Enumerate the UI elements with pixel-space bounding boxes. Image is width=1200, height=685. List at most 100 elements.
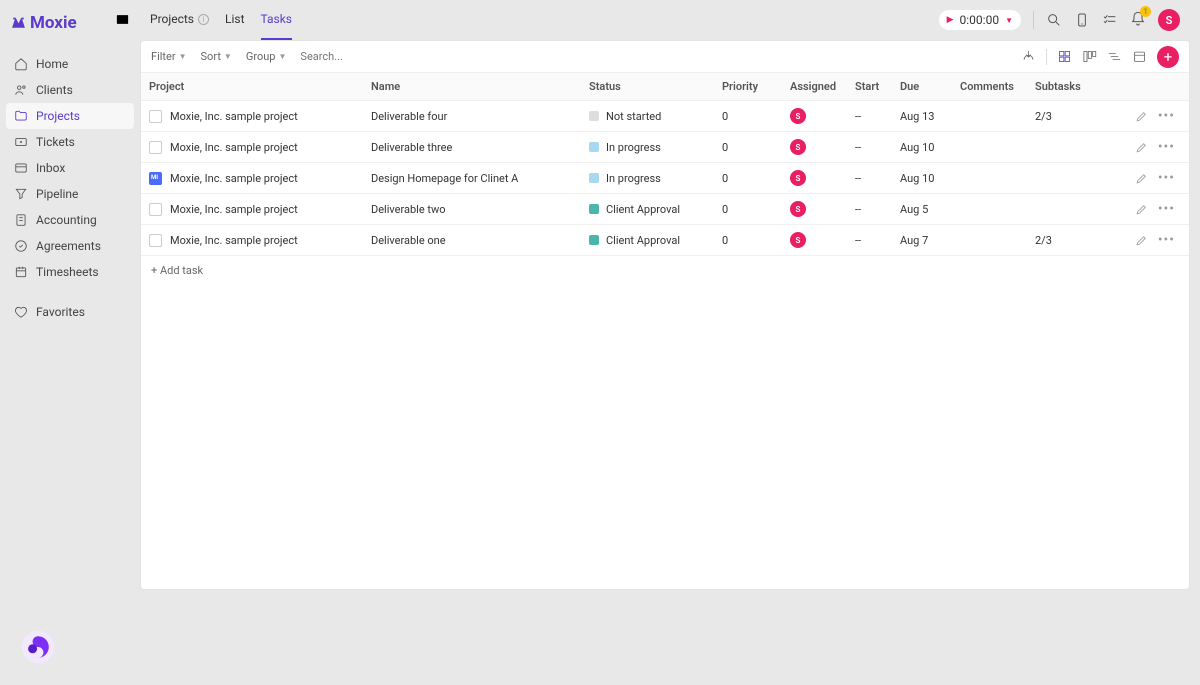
row-project: Moxie, Inc. sample project: [170, 172, 298, 185]
edit-icon[interactable]: [1135, 110, 1148, 123]
row-name: Design Homepage for Clinet A: [363, 172, 581, 185]
search-icon[interactable]: [1046, 12, 1062, 28]
group-button[interactable]: Group▼: [246, 50, 287, 63]
mobile-icon[interactable]: [1074, 12, 1090, 28]
col-name[interactable]: Name: [363, 80, 581, 93]
sidebar-item-clients[interactable]: Clients: [6, 77, 134, 103]
row-checkbox[interactable]: [149, 141, 162, 154]
row-status: Client Approval: [606, 203, 680, 216]
assignee-avatar[interactable]: S: [790, 139, 806, 155]
assignee-avatar[interactable]: S: [790, 201, 806, 217]
row-priority: 0: [714, 234, 782, 247]
more-icon[interactable]: •••: [1158, 140, 1175, 154]
sidebar-collapse-icon[interactable]: [115, 12, 130, 27]
row-status: In progress: [606, 141, 661, 154]
notifications-button[interactable]: 1: [1130, 11, 1146, 30]
tab-tasks[interactable]: Tasks: [261, 0, 293, 40]
row-checkbox[interactable]: [149, 203, 162, 216]
table-row[interactable]: Moxie, Inc. sample projectDeliverable on…: [141, 225, 1189, 256]
col-due[interactable]: Due: [892, 80, 952, 93]
row-status: Client Approval: [606, 234, 680, 247]
row-project: Moxie, Inc. sample project: [170, 203, 298, 216]
status-dot: [589, 111, 599, 121]
status-dot: [589, 142, 599, 152]
assignee-avatar[interactable]: S: [790, 108, 806, 124]
row-checkbox[interactable]: [149, 172, 162, 185]
row-checkbox[interactable]: [149, 110, 162, 123]
more-icon[interactable]: •••: [1158, 109, 1175, 123]
sidebar-item-accounting[interactable]: Accounting: [6, 207, 134, 233]
row-start: --: [847, 203, 892, 216]
sidebar-item-tickets[interactable]: Tickets: [6, 129, 134, 155]
top-actions: ▶0:00:00▼ 1 S: [939, 9, 1180, 31]
col-subtasks[interactable]: Subtasks: [1027, 80, 1095, 93]
col-comments[interactable]: Comments: [952, 80, 1027, 93]
tab-list[interactable]: List: [225, 0, 245, 40]
floating-logo[interactable]: [20, 629, 56, 665]
col-status[interactable]: Status: [581, 80, 714, 93]
edit-icon[interactable]: [1135, 141, 1148, 154]
sidebar-item-favorites[interactable]: Favorites: [6, 299, 134, 325]
more-icon[interactable]: •••: [1158, 171, 1175, 185]
search-input[interactable]: [300, 50, 400, 63]
table-row[interactable]: Moxie, Inc. sample project Deliverable th…: [141, 132, 1189, 163]
row-project: Moxie, Inc. sample project: [170, 110, 298, 123]
row-checkbox[interactable]: [149, 234, 162, 247]
edit-icon[interactable]: [1135, 203, 1148, 216]
sidebar-item-pipeline[interactable]: Pipeline: [6, 181, 134, 207]
row-priority: 0: [714, 172, 782, 185]
add-button[interactable]: +: [1157, 46, 1179, 68]
table-body: Moxie, Inc. sample projectDeliverable fo…: [141, 101, 1189, 256]
sidebar-item-projects[interactable]: Projects: [6, 103, 134, 129]
chevron-down-icon: ▼: [1005, 16, 1013, 25]
board-view-icon[interactable]: [1082, 49, 1097, 64]
row-start: --: [847, 234, 892, 247]
sidebar-item-agreements[interactable]: Agreements: [6, 233, 134, 259]
grid-view-icon[interactable]: [1057, 49, 1072, 64]
sidebar-item-inbox[interactable]: Inbox: [6, 155, 134, 181]
row-name: Deliverable three: [363, 141, 581, 154]
download-icon[interactable]: [1021, 49, 1036, 64]
table-row[interactable]: Moxie, Inc. sample project Deliverable tw…: [141, 194, 1189, 225]
row-name: Deliverable two: [363, 203, 581, 216]
sort-button[interactable]: Sort▼: [201, 50, 232, 63]
play-icon: ▶: [947, 15, 954, 25]
edit-icon[interactable]: [1135, 234, 1148, 247]
timer-widget[interactable]: ▶0:00:00▼: [939, 10, 1021, 30]
edit-icon[interactable]: [1135, 172, 1148, 185]
assignee-avatar[interactable]: S: [790, 232, 806, 248]
user-avatar[interactable]: S: [1158, 9, 1180, 31]
more-icon[interactable]: •••: [1158, 202, 1175, 216]
calendar-view-icon[interactable]: [1132, 49, 1147, 64]
sidebar-item-timesheets[interactable]: Timesheets: [6, 259, 134, 285]
filter-button[interactable]: Filter▼: [151, 50, 187, 63]
row-project: Moxie, Inc. sample project: [170, 234, 298, 247]
col-priority[interactable]: Priority: [714, 80, 782, 93]
row-priority: 0: [714, 110, 782, 123]
add-task-button[interactable]: + Add task: [141, 256, 1189, 285]
table-row[interactable]: Moxie, Inc. sample project Design Homepag…: [141, 163, 1189, 194]
row-due: Aug 10: [892, 172, 952, 185]
row-start: --: [847, 110, 892, 123]
row-project: Moxie, Inc. sample project: [170, 141, 298, 154]
sidebar-item-home[interactable]: Home: [6, 51, 134, 77]
checklist-icon[interactable]: [1102, 12, 1118, 28]
more-icon[interactable]: •••: [1158, 233, 1175, 247]
nav-list: Home Clients Projects Tickets Inbox Pipe…: [0, 47, 140, 329]
tab-projects[interactable]: Projectsi: [150, 0, 209, 40]
row-due: Aug 7: [892, 234, 952, 247]
assignee-avatar[interactable]: S: [790, 170, 806, 186]
col-assigned[interactable]: Assigned: [782, 80, 847, 93]
status-dot: [589, 173, 599, 183]
topbar: Projectsi List Tasks ▶0:00:00▼ 1 S: [140, 0, 1190, 40]
col-start[interactable]: Start: [847, 80, 892, 93]
status-dot: [589, 204, 599, 214]
row-priority: 0: [714, 203, 782, 216]
status-dot: [589, 235, 599, 245]
table-header: Project Name Status Priority Assigned St…: [141, 73, 1189, 101]
table-row[interactable]: Moxie, Inc. sample projectDeliverable fo…: [141, 101, 1189, 132]
row-due: Aug 13: [892, 110, 952, 123]
col-project[interactable]: Project: [141, 80, 363, 93]
notification-badge: 1: [1140, 6, 1151, 17]
timeline-view-icon[interactable]: [1107, 49, 1122, 64]
